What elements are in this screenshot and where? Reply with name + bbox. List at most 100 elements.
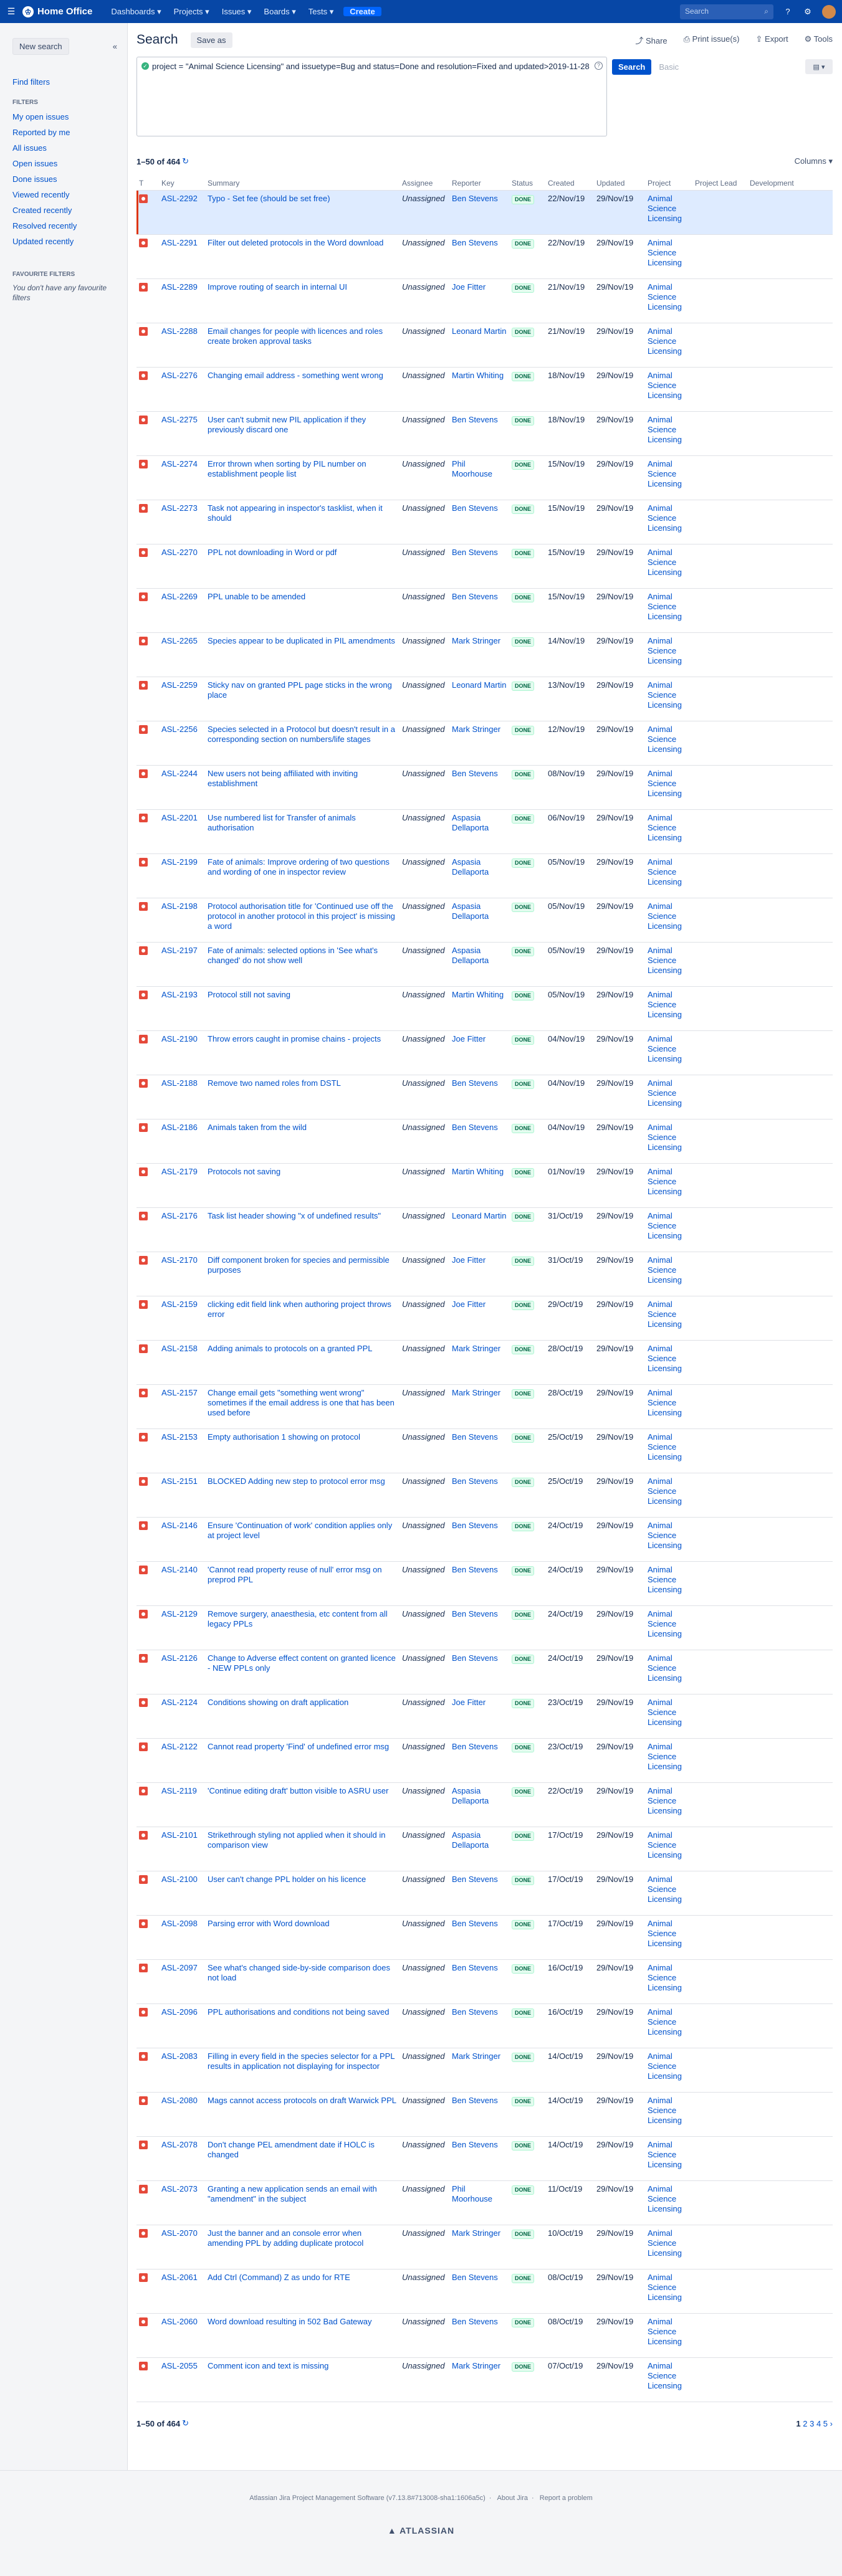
issue-key-link[interactable]: ASL-2159 bbox=[161, 1300, 198, 1309]
reporter-link[interactable]: Ben Stevens bbox=[452, 1476, 498, 1486]
table-row[interactable]: ASL-2158 Adding animals to protocols on a… bbox=[136, 1340, 833, 1385]
issue-summary-link[interactable]: Species selected in a Protocol but doesn… bbox=[208, 725, 395, 744]
reporter-link[interactable]: Ben Stevens bbox=[452, 2140, 498, 2149]
reporter-link[interactable]: Ben Stevens bbox=[452, 1609, 498, 1618]
issue-summary-link[interactable]: PPL authorisations and conditions not be… bbox=[208, 2007, 390, 2017]
reporter-link[interactable]: Ben Stevens bbox=[452, 1123, 498, 1132]
table-row[interactable]: ASL-2101 Strikethrough styling not applie… bbox=[136, 1827, 833, 1871]
save-as-button[interactable]: Save as bbox=[190, 32, 232, 48]
issue-key-link[interactable]: ASL-2070 bbox=[161, 2228, 198, 2238]
reporter-link[interactable]: Ben Stevens bbox=[452, 1565, 498, 1574]
table-row[interactable]: ASL-2259 Sticky nav on granted PPL page s… bbox=[136, 677, 833, 721]
issue-summary-link[interactable]: Fate of animals: Improve ordering of two… bbox=[208, 857, 390, 877]
table-row[interactable]: ASL-2193 Protocol still not saving Unassig… bbox=[136, 986, 833, 1031]
issue-summary-link[interactable]: Diff component broken for species and pe… bbox=[208, 1255, 390, 1275]
col-project-lead[interactable]: Project Lead bbox=[692, 176, 747, 191]
reporter-link[interactable]: Leonard Martin bbox=[452, 1211, 506, 1220]
table-row[interactable]: ASL-2256 Species selected in a Protocol b… bbox=[136, 721, 833, 766]
issue-key-link[interactable]: ASL-2060 bbox=[161, 2317, 198, 2326]
reporter-link[interactable]: Mark Stringer bbox=[452, 636, 500, 645]
tools-button[interactable]: ⚙ Tools bbox=[805, 34, 833, 46]
issue-summary-link[interactable]: Remove two named roles from DSTL bbox=[208, 1078, 341, 1088]
reporter-link[interactable]: Ben Stevens bbox=[452, 548, 498, 557]
table-row[interactable]: ASL-2201 Use numbered list for Transfer o… bbox=[136, 809, 833, 854]
reporter-link[interactable]: Aspasia Dellaporta bbox=[452, 1830, 489, 1850]
reporter-link[interactable]: Ben Stevens bbox=[452, 503, 498, 513]
reporter-link[interactable]: Martin Whiting bbox=[452, 1167, 504, 1176]
layout-switcher-icon[interactable]: ▤ ▾ bbox=[805, 59, 833, 74]
project-link[interactable]: Animal Science Licensing bbox=[648, 459, 682, 488]
page-3[interactable]: 3 bbox=[810, 2419, 814, 2428]
table-row[interactable]: ASL-2078 Don't change PEL amendment date … bbox=[136, 2136, 833, 2181]
issue-summary-link[interactable]: Typo - Set fee (should be set free) bbox=[208, 194, 330, 203]
create-button[interactable]: Create bbox=[343, 7, 381, 16]
table-row[interactable]: ASL-2176 Task list header showing "x of u… bbox=[136, 1207, 833, 1252]
issue-summary-link[interactable]: BLOCKED Adding new step to protocol erro… bbox=[208, 1476, 385, 1486]
home-office-logo[interactable]: ♔ Home Office bbox=[22, 6, 92, 17]
table-row[interactable]: ASL-2055 Comment icon and text is missing… bbox=[136, 2357, 833, 2402]
settings-gear-icon[interactable]: ⚙ bbox=[802, 6, 813, 17]
table-row[interactable]: ASL-2119 'Continue editing draft' button … bbox=[136, 1782, 833, 1827]
reporter-link[interactable]: Martin Whiting bbox=[452, 371, 504, 380]
issue-key-link[interactable]: ASL-2146 bbox=[161, 1521, 198, 1530]
issue-summary-link[interactable]: Filling in every field in the species se… bbox=[208, 2051, 395, 2071]
issue-key-link[interactable]: ASL-2098 bbox=[161, 1919, 198, 1928]
issue-summary-link[interactable]: Change email gets "something went wrong"… bbox=[208, 1388, 395, 1417]
basic-mode-link[interactable]: Basic bbox=[659, 62, 679, 72]
issue-key-link[interactable]: ASL-2097 bbox=[161, 1963, 198, 1972]
table-row[interactable]: ASL-2188 Remove two named roles from DSTL… bbox=[136, 1075, 833, 1119]
table-row[interactable]: ASL-2098 Parsing error with Word download… bbox=[136, 1915, 833, 1960]
table-row[interactable]: ASL-2244 New users not being affiliated w… bbox=[136, 765, 833, 810]
table-row[interactable]: ASL-2097 See what's changed side-by-side … bbox=[136, 1959, 833, 2004]
issue-summary-link[interactable]: Task not appearing in inspector's taskli… bbox=[208, 503, 383, 523]
project-link[interactable]: Animal Science Licensing bbox=[648, 1167, 682, 1196]
table-row[interactable]: ASL-2083 Filling in every field in the sp… bbox=[136, 2048, 833, 2093]
table-row[interactable]: ASL-2061 Add Ctrl (Command) Z as undo for… bbox=[136, 2269, 833, 2314]
project-link[interactable]: Animal Science Licensing bbox=[648, 2317, 682, 2346]
issue-key-link[interactable]: ASL-2292 bbox=[161, 194, 198, 203]
refresh-icon-bottom[interactable]: ↻ bbox=[182, 2418, 189, 2428]
issue-key-link[interactable]: ASL-2157 bbox=[161, 1388, 198, 1397]
table-row[interactable]: ASL-2122 Cannot read property 'Find' of u… bbox=[136, 1738, 833, 1783]
reporter-link[interactable]: Mark Stringer bbox=[452, 1344, 500, 1353]
project-link[interactable]: Animal Science Licensing bbox=[648, 1211, 682, 1240]
page-1[interactable]: 1 bbox=[796, 2419, 800, 2428]
issue-key-link[interactable]: ASL-2129 bbox=[161, 1609, 198, 1618]
issue-key-link[interactable]: ASL-2122 bbox=[161, 1742, 198, 1751]
nav-boards[interactable]: Boards ▾ bbox=[257, 7, 302, 17]
next-page-button[interactable]: › bbox=[830, 2419, 833, 2428]
issue-summary-link[interactable]: Change to Adverse effect content on gran… bbox=[208, 1653, 396, 1673]
project-link[interactable]: Animal Science Licensing bbox=[648, 1255, 682, 1285]
project-link[interactable]: Animal Science Licensing bbox=[648, 1521, 682, 1550]
issue-key-link[interactable]: ASL-2289 bbox=[161, 282, 198, 292]
table-row[interactable]: ASL-2096 PPL authorisations and condition… bbox=[136, 2003, 833, 2048]
filter-created-recently[interactable]: Created recently bbox=[12, 206, 115, 215]
table-row[interactable]: ASL-2289 Improve routing of search in int… bbox=[136, 278, 833, 323]
issue-summary-link[interactable]: Email changes for people with licences a… bbox=[208, 326, 383, 346]
filter-my-open-issues[interactable]: My open issues bbox=[12, 112, 115, 121]
table-row[interactable]: ASL-2197 Fate of animals: selected option… bbox=[136, 942, 833, 987]
issue-key-link[interactable]: ASL-2061 bbox=[161, 2273, 198, 2282]
table-row[interactable]: ASL-2080 Mags cannot access protocols on … bbox=[136, 2092, 833, 2137]
issue-summary-link[interactable]: Ensure 'Continuation of work' condition … bbox=[208, 1521, 392, 1540]
table-row[interactable]: ASL-2073 Granting a new application sends… bbox=[136, 2180, 833, 2225]
project-link[interactable]: Animal Science Licensing bbox=[648, 282, 682, 311]
reporter-link[interactable]: Ben Stevens bbox=[452, 1742, 498, 1751]
issue-key-link[interactable]: ASL-2256 bbox=[161, 725, 198, 734]
project-link[interactable]: Animal Science Licensing bbox=[648, 990, 682, 1019]
issue-summary-link[interactable]: Add Ctrl (Command) Z as undo for RTE bbox=[208, 2273, 350, 2282]
issue-summary-link[interactable]: Use numbered list for Transfer of animal… bbox=[208, 813, 356, 832]
issue-key-link[interactable]: ASL-2078 bbox=[161, 2140, 198, 2149]
issue-key-link[interactable]: ASL-2291 bbox=[161, 238, 198, 247]
col-project[interactable]: Project bbox=[645, 176, 692, 191]
filter-updated-recently[interactable]: Updated recently bbox=[12, 237, 115, 246]
issue-summary-link[interactable]: Improve routing of search in internal UI bbox=[208, 282, 347, 292]
project-link[interactable]: Animal Science Licensing bbox=[648, 1078, 682, 1108]
columns-button[interactable]: Columns ▾ bbox=[795, 156, 833, 166]
issue-key-link[interactable]: ASL-2288 bbox=[161, 326, 198, 336]
collapse-sidebar-icon[interactable]: « bbox=[113, 42, 117, 51]
issue-summary-link[interactable]: Adding animals to protocols on a granted… bbox=[208, 1344, 373, 1353]
reporter-link[interactable]: Ben Stevens bbox=[452, 2273, 498, 2282]
table-row[interactable]: ASL-2265 Species appear to be duplicated … bbox=[136, 632, 833, 677]
filter-reported-by-me[interactable]: Reported by me bbox=[12, 128, 115, 137]
